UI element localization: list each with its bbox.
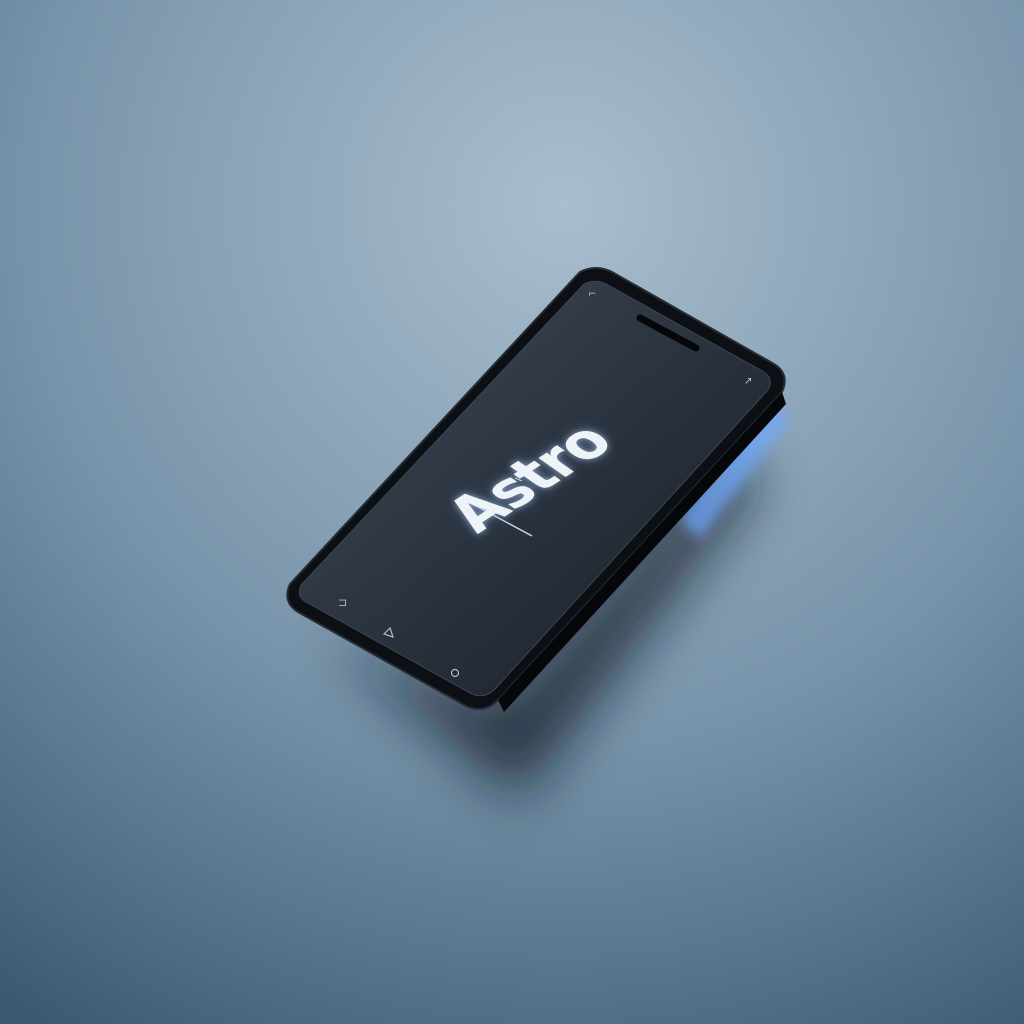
corner-marker-top-left: ⌐ bbox=[588, 289, 596, 300]
corner-marker-top-right: ↗ bbox=[744, 376, 752, 387]
nav-back-icon[interactable]: ⊐ bbox=[338, 596, 347, 609]
scene: ⌐ ↗ ✕ ⊐ Astro bbox=[0, 0, 1024, 1024]
